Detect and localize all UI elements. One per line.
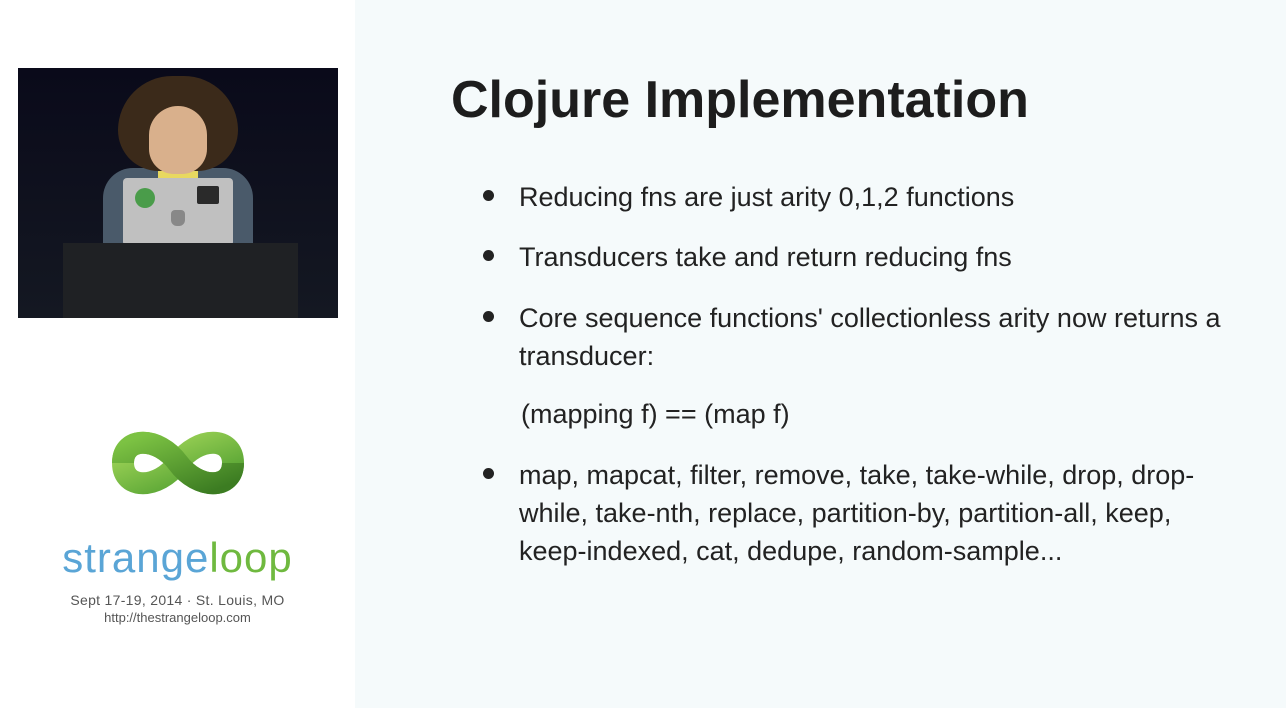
slide-title: Clojure Implementation bbox=[451, 70, 1242, 130]
speaker-video-thumbnail bbox=[18, 68, 338, 318]
bullet-item: Core sequence functions' collectionless … bbox=[483, 299, 1242, 434]
speaker-face bbox=[149, 106, 207, 174]
conference-date: Sept 17-19, 2014 · St. Louis, MO bbox=[62, 592, 293, 608]
bullet-item: Transducers take and return reducing fns bbox=[483, 238, 1242, 276]
code-expression: (mapping f) == (map f) bbox=[519, 395, 1242, 433]
conference-name: strangeloop bbox=[62, 534, 293, 582]
bullet-item: Reducing fns are just arity 0,1,2 functi… bbox=[483, 178, 1242, 216]
laptop bbox=[123, 178, 233, 246]
laptop-sticker-icon bbox=[135, 188, 155, 208]
bullet-text: Core sequence functions' collectionless … bbox=[519, 303, 1221, 371]
slide-content: Clojure Implementation Reducing fns are … bbox=[355, 0, 1286, 708]
apple-logo-icon bbox=[171, 210, 185, 226]
conference-url: http://thestrangeloop.com bbox=[62, 610, 293, 625]
bullet-item: map, mapcat, filter, remove, take, take-… bbox=[483, 456, 1242, 571]
sidebar: strangeloop Sept 17-19, 2014 · St. Louis… bbox=[0, 0, 355, 708]
infinity-logo-icon bbox=[63, 406, 293, 521]
bullet-list: Reducing fns are just arity 0,1,2 functi… bbox=[451, 178, 1242, 571]
bullet-text: Reducing fns are just arity 0,1,2 functi… bbox=[519, 182, 1014, 212]
bullet-text: map, mapcat, filter, remove, take, take-… bbox=[519, 460, 1194, 567]
brand-part-1: strange bbox=[62, 534, 209, 581]
podium bbox=[63, 243, 298, 318]
conference-branding: strangeloop Sept 17-19, 2014 · St. Louis… bbox=[62, 406, 293, 625]
brand-part-2: loop bbox=[209, 534, 292, 581]
bullet-text: Transducers take and return reducing fns bbox=[519, 242, 1012, 272]
laptop-sticker-icon bbox=[197, 186, 219, 204]
